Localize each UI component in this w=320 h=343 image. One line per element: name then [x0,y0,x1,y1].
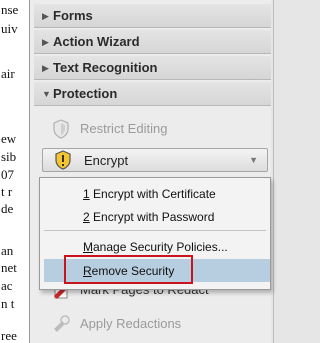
chevron-down-icon: ▼ [249,155,258,165]
encrypt-button[interactable]: Encrypt ▼ [42,148,268,172]
shield-icon [53,119,69,139]
doc-text: n t [1,296,15,311]
panel-divider [273,0,274,343]
menu-separator [44,230,266,231]
section-action-wizard[interactable]: ▶ Action Wizard [34,30,271,54]
document-page: nse uiv air ew sib 07 t r de an net ac n… [0,0,29,343]
section-protection[interactable]: ▼ Protection [34,82,271,106]
section-forms[interactable]: ▶ Forms [34,4,271,28]
doc-text: an [1,243,14,258]
encrypt-label: Encrypt [84,153,129,168]
doc-text: net [1,260,17,275]
doc-text: t r [1,184,13,199]
doc-text: air [1,66,15,81]
collapsed-triangle-icon: ▶ [42,37,49,47]
section-label: Forms [53,8,93,23]
section-label: Action Wizard [53,34,140,49]
section-text-recognition[interactable]: ▶ Text Recognition [34,56,271,80]
expanded-triangle-icon: ▼ [42,89,51,99]
tools-panel: ▶ Forms ▶ Action Wizard ▶ Text Recogniti… [30,0,274,343]
apply-redactions-icon [54,315,70,332]
annotation-highlight-box [64,255,193,284]
doc-text: de [1,201,14,216]
collapsed-triangle-icon: ▶ [42,11,49,21]
section-label: Text Recognition [53,60,158,75]
doc-text: ree [1,328,17,343]
doc-text: ew [1,131,17,146]
encrypt-shield-icon [55,150,71,170]
section-label: Protection [53,86,118,101]
menu-item-encrypt-with-certificate[interactable]: 1 Encrypt with Certificate [83,187,216,201]
doc-text: sib [1,149,17,164]
apply-redactions-label: Apply Redactions [80,316,182,331]
menu-item-manage-security-policies[interactable]: Manage Security Policies... [83,240,228,254]
doc-text: nse [1,2,19,17]
doc-text: uiv [1,21,18,36]
restrict-editing-label: Restrict Editing [80,121,168,136]
doc-text: ac [1,278,13,293]
menu-item-encrypt-with-password[interactable]: 2 Encrypt with Password [83,210,214,224]
collapsed-triangle-icon: ▶ [42,63,49,73]
doc-text: 07 [1,167,14,182]
